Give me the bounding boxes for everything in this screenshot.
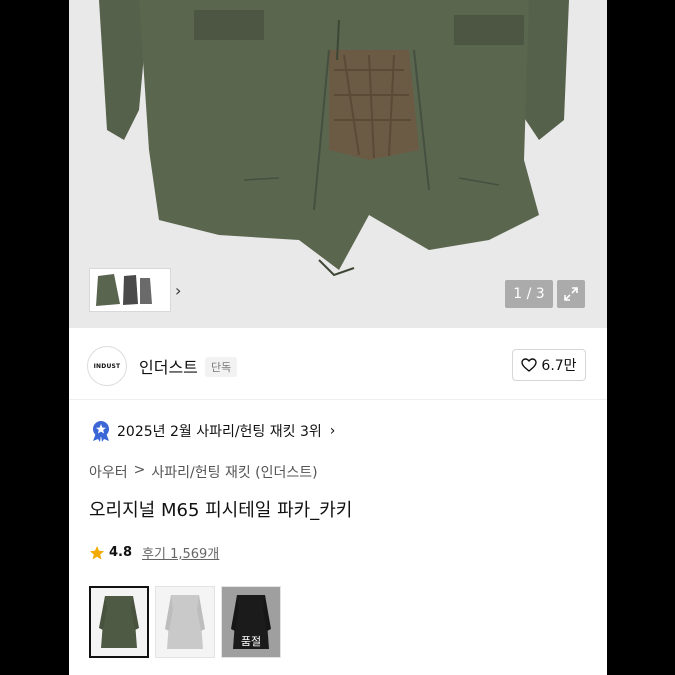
chevron-right-icon: › — [329, 423, 336, 439]
brand-logo[interactable]: INDUST — [87, 346, 127, 386]
like-count: 6.7만 — [541, 358, 577, 374]
color-option-khaki[interactable] — [89, 586, 149, 658]
reviews-link[interactable]: 후기 1,569개 — [142, 543, 219, 562]
breadcrumb-level2[interactable]: 사파리/헌팅 재킷 (인더스트) — [151, 462, 317, 482]
expand-icon[interactable] — [557, 280, 585, 308]
divider — [69, 399, 607, 400]
heart-icon — [521, 358, 538, 372]
product-image-gallery[interactable]: › 1 / 3 — [69, 0, 607, 328]
product-title: 오리지널 M65 피시테일 파카_카키 — [89, 500, 353, 521]
thumbnail-strip[interactable]: › — [89, 268, 181, 312]
star-icon — [90, 545, 104, 559]
like-button[interactable]: 6.7만 — [512, 349, 586, 381]
exclusive-badge: 단독 — [205, 357, 238, 377]
brand-row: INDUST 인더스트 단독 6.7만 — [69, 340, 607, 390]
coat-variants-thumbnail[interactable] — [89, 268, 171, 312]
ranking-link[interactable]: 2025년 2월 사파리/헌팅 재킷 3위 › — [91, 420, 335, 442]
breadcrumb-separator: > — [133, 462, 146, 478]
ranking-text: 2025년 2월 사파리/헌팅 재킷 3위 — [117, 424, 322, 440]
ranking-badge-icon — [93, 421, 109, 442]
color-option-gray[interactable] — [155, 586, 215, 658]
breadcrumb: 아우터 > 사파리/헌팅 재킷 (인더스트) — [89, 462, 318, 482]
color-option-black[interactable]: 품절 — [221, 586, 281, 658]
rating-row: 4.8 후기 1,569개 — [89, 543, 219, 562]
chevron-right-icon[interactable]: › — [175, 281, 181, 300]
breadcrumb-level1[interactable]: 아우터 — [89, 462, 128, 482]
rating-score: 4.8 — [109, 545, 133, 560]
product-page: › 1 / 3 INDUST 인더스트 단독 6.7만 2025년 2월 사파리… — [69, 0, 607, 675]
image-counter: 1 / 3 — [505, 280, 553, 308]
sold-out-badge: 품절 — [222, 587, 280, 657]
color-options: 품절 — [89, 586, 281, 658]
brand-name[interactable]: 인더스트 — [139, 354, 198, 378]
